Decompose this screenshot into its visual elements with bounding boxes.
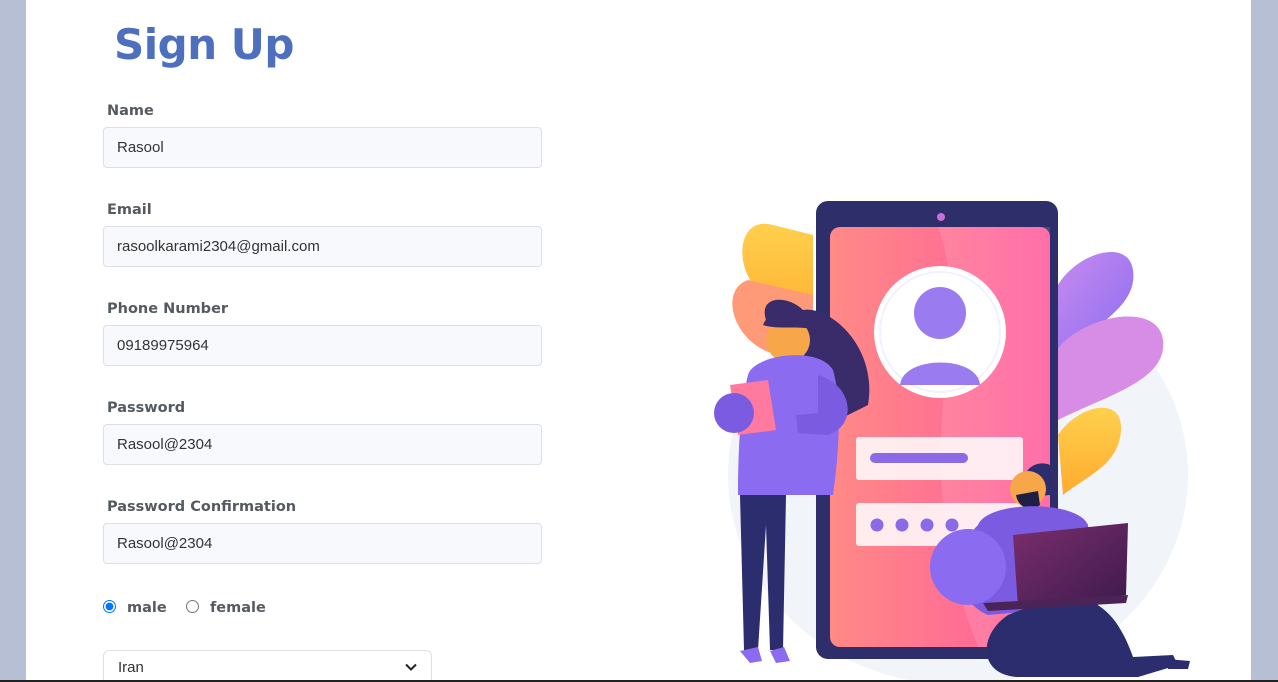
country-select-value: Iran bbox=[118, 658, 144, 676]
mock-username-bar bbox=[870, 453, 968, 463]
password-input[interactable] bbox=[103, 424, 542, 465]
female-radio-label: female bbox=[210, 600, 266, 616]
mock-password-dot bbox=[920, 518, 934, 532]
female-radio[interactable] bbox=[186, 599, 199, 613]
phone-camera bbox=[937, 213, 945, 221]
gender-male-option[interactable]: male bbox=[103, 596, 167, 616]
country-select[interactable]: Iran bbox=[103, 650, 432, 680]
name-label: Name bbox=[107, 103, 154, 119]
chevron-down-icon bbox=[405, 663, 417, 671]
mock-password-dot bbox=[870, 518, 884, 532]
email-label: Email bbox=[107, 202, 152, 218]
gender-female-option[interactable]: female bbox=[186, 596, 266, 616]
male-radio-label: male bbox=[127, 600, 167, 616]
signup-page: Sign Up Name Email Phone Number Password… bbox=[26, 0, 1251, 680]
password-confirmation-input[interactable] bbox=[103, 523, 542, 564]
phone-input[interactable] bbox=[103, 325, 542, 366]
page-title: Sign Up bbox=[114, 20, 294, 69]
male-radio[interactable] bbox=[103, 599, 116, 613]
mock-password-dot bbox=[945, 518, 959, 532]
signup-illustration bbox=[714, 201, 1190, 680]
mock-password-dot bbox=[895, 518, 909, 532]
phone-label: Phone Number bbox=[107, 301, 229, 317]
password-label: Password bbox=[107, 400, 186, 416]
name-input[interactable] bbox=[103, 127, 542, 168]
email-input[interactable] bbox=[103, 226, 542, 267]
password-confirmation-label: Password Confirmation bbox=[107, 499, 297, 515]
avatar-head-icon bbox=[914, 287, 966, 339]
